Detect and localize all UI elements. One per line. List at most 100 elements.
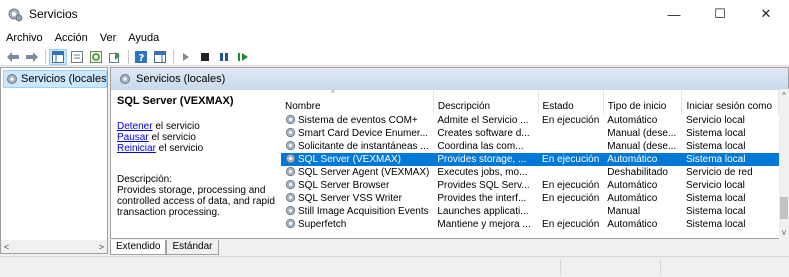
vertical-scrollbar[interactable]: ^ v [779,89,789,239]
table-row[interactable]: Superfetch Mantiene y mejora ... En ejecuc… [281,218,779,231]
action-text: el servicio [155,143,204,154]
service-name-cell: Superfetch [281,218,433,231]
action-pause: Pausar el servicio [117,132,287,143]
toolbar-separator [45,49,46,64]
pane-header: Servicios (locales) [111,68,788,90]
service-gear-icon [285,166,296,177]
table-row[interactable]: SQL Server (VEXMAX) Provides storage, ...… [281,153,779,166]
description-cell: Mantiene y mejora ... [437,219,531,230]
status-cell: En ejecución [542,193,600,204]
title-bar: Servicios — ☐ ✕ [0,0,789,28]
pause-service-icon[interactable] [215,49,233,65]
status-cell: En ejecución [542,180,600,191]
menu-accion[interactable]: Acción [49,28,94,48]
column-header-estado[interactable]: Estado [538,90,604,114]
service-name-cell: SQL Server VSS Writer [281,192,433,205]
menu-archivo[interactable]: Archivo [0,28,49,48]
show-hide-action-pane-icon[interactable] [151,49,169,65]
startup-type-cell: Automático [607,219,658,230]
service-gear-icon [285,179,296,190]
console-tree-icon[interactable] [49,48,67,65]
status-bar-divider [660,259,661,276]
description-cell: Provides the interf... [437,193,527,204]
help-icon[interactable]: ? [132,49,150,65]
logon-as-cell: Sistema local [685,206,746,217]
status-cell: En ejecución [542,219,600,230]
export-list-icon[interactable] [106,49,124,65]
service-gear-icon [285,153,296,164]
description-label: Descripción: [117,174,173,185]
description-cell: Creates software d... [437,128,530,139]
sort-ascending-icon: ^ [331,90,335,98]
service-gear-icon [285,218,296,229]
description-cell: Provides storage, ... [433,153,539,166]
tab-estandar[interactable]: Estándar [166,240,219,255]
startup-type-cell: Automático [607,115,658,126]
table-row[interactable]: SQL Server VSS Writer Provides the interf… [281,192,779,205]
pause-service-link[interactable]: Pausar [117,132,149,143]
restart-service-icon[interactable] [234,49,252,65]
tab-extendido[interactable]: Extendido [110,240,167,255]
status-bar [0,256,789,277]
table-row[interactable]: Still Image Acquisition Events Launches a… [281,205,779,218]
status-cell: En ejecución [542,115,600,126]
action-restart: Reiniciar el servicio [117,143,287,154]
scroll-right-icon[interactable]: > [99,242,104,252]
forward-arrow-icon[interactable] [23,49,41,65]
description-cell: Admite el Servicio ... [437,115,529,126]
logon-as-cell: Sistema local [685,219,746,230]
service-name-cell: Sistema de eventos COM+ [281,114,433,127]
scroll-left-icon[interactable]: < [4,242,9,252]
column-header-tipo-inicio[interactable]: Tipo de inicio [603,90,683,114]
logon-as-cell: Sistema local [685,193,746,204]
menu-ayuda[interactable]: Ayuda [122,28,165,48]
refresh-icon[interactable] [87,49,105,65]
service-gear-icon [285,140,296,151]
toolbar: ? [0,48,789,66]
scroll-down-icon[interactable]: v [779,228,789,237]
stop-service-icon[interactable] [196,49,214,65]
maximize-button[interactable]: ☐ [697,0,743,28]
service-name-cell: SQL Server Browser [281,179,433,192]
column-header-iniciar-sesion[interactable]: Iniciar sesión como [681,90,779,114]
logon-as-cell: Sistema local [685,141,746,152]
table-row[interactable]: Smart Card Device Enumer... Creates softw… [281,127,779,140]
table-row[interactable]: SQL Server Browser Provides SQL Serv... En… [281,179,779,192]
service-name-cell: SQL Server Agent (VEXMAX) [281,166,433,179]
properties-sheet-icon[interactable] [68,49,86,65]
service-gear-icon [285,114,296,125]
close-button[interactable]: ✕ [743,0,789,28]
table-row[interactable]: Solicitante de instantáneas ... Coordina … [281,140,779,153]
service-gear-icon [285,192,296,203]
tree-item-label: Servicios (locales) [21,73,107,85]
menu-ver[interactable]: Ver [94,28,123,48]
action-text: el servicio [148,132,196,143]
stop-service-link[interactable]: Detener [117,121,153,132]
table-row[interactable]: SQL Server Agent (VEXMAX) Executes jobs, … [281,166,779,179]
action-stop: Detener el servicio [117,121,287,132]
scroll-up-icon[interactable]: ^ [779,91,789,100]
tree-horizontal-scrollbar[interactable]: < > [0,240,108,254]
column-header-nombre[interactable]: ^ Nombre [281,90,434,114]
startup-type-cell: Manual (dese... [607,141,677,152]
restart-service-link[interactable]: Reiniciar [117,143,156,154]
minimize-button[interactable]: — [651,0,697,28]
startup-type-cell: Deshabilitado [607,167,668,178]
description-text: Provides storage, processing and control… [117,185,275,218]
table-row[interactable]: Sistema de eventos COM+ Admite el Servici… [281,114,779,127]
service-gear-icon [285,127,296,138]
scrollbar-thumb[interactable] [780,197,788,219]
logon-as-cell: Sistema local [685,128,746,139]
service-gear-icon [285,205,296,216]
window-title: Servicios [29,7,78,21]
back-arrow-icon[interactable] [4,49,22,65]
service-name-cell: SQL Server (VEXMAX) [281,153,434,166]
service-description-panel: SQL Server (VEXMAX) Detener el servicio … [117,96,287,236]
tree-item-services-local[interactable]: Servicios (locales) [3,70,107,88]
column-header-descripcion[interactable]: Descripción [433,90,539,114]
svg-text:?: ? [139,53,145,63]
logon-as-cell: Servicio de red [685,167,753,178]
status-cell: En ejecución [538,153,604,166]
start-service-icon[interactable] [177,49,195,65]
logon-as-cell: Servicio local [685,115,745,126]
